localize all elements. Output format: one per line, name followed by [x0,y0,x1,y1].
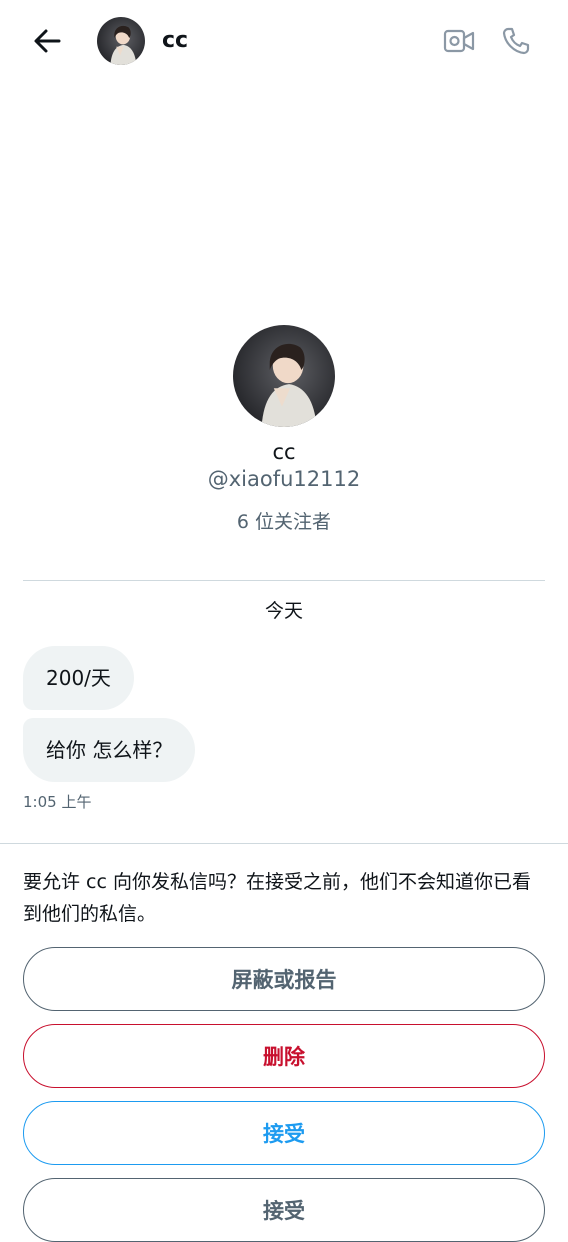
avatar-image [97,17,145,65]
video-camera-icon [443,29,475,53]
arrow-left-icon [34,29,61,53]
partially-visible-button[interactable]: 接受 [23,1178,545,1242]
back-button[interactable] [28,22,66,60]
divider [23,580,545,581]
profile-avatar[interactable] [233,325,335,427]
avatar-image [233,325,335,427]
header-username[interactable]: cc [162,26,188,56]
accept-button[interactable]: 接受 [23,1101,545,1165]
profile-name: cc [272,440,296,464]
message-request-prompt: 要允许 cc 向你发私信吗？在接受之前，他们不会知道你已看到他们的私信。 [23,871,531,925]
video-call-button[interactable] [440,22,478,60]
follower-count: 6 位关注者 [236,511,332,533]
voice-call-button[interactable] [497,22,535,60]
message-timestamp: 1:05 上午 [23,793,92,811]
profile-handle: @xiaofu12112 [207,467,361,491]
message-bubble[interactable]: 200/天 [23,646,134,710]
message-bubble[interactable]: 给你 怎么样？ [23,718,196,782]
profile-card: cc @xiaofu12112 6 位关注者 [0,325,568,535]
header-avatar[interactable] [97,17,145,65]
date-separator: 今天 [264,600,303,622]
conversation-header: cc [0,0,568,82]
divider [0,843,568,844]
delete-button[interactable]: 删除 [23,1024,545,1088]
phone-icon [502,27,530,55]
block-or-report-button[interactable]: 屏蔽或报告 [23,947,545,1011]
